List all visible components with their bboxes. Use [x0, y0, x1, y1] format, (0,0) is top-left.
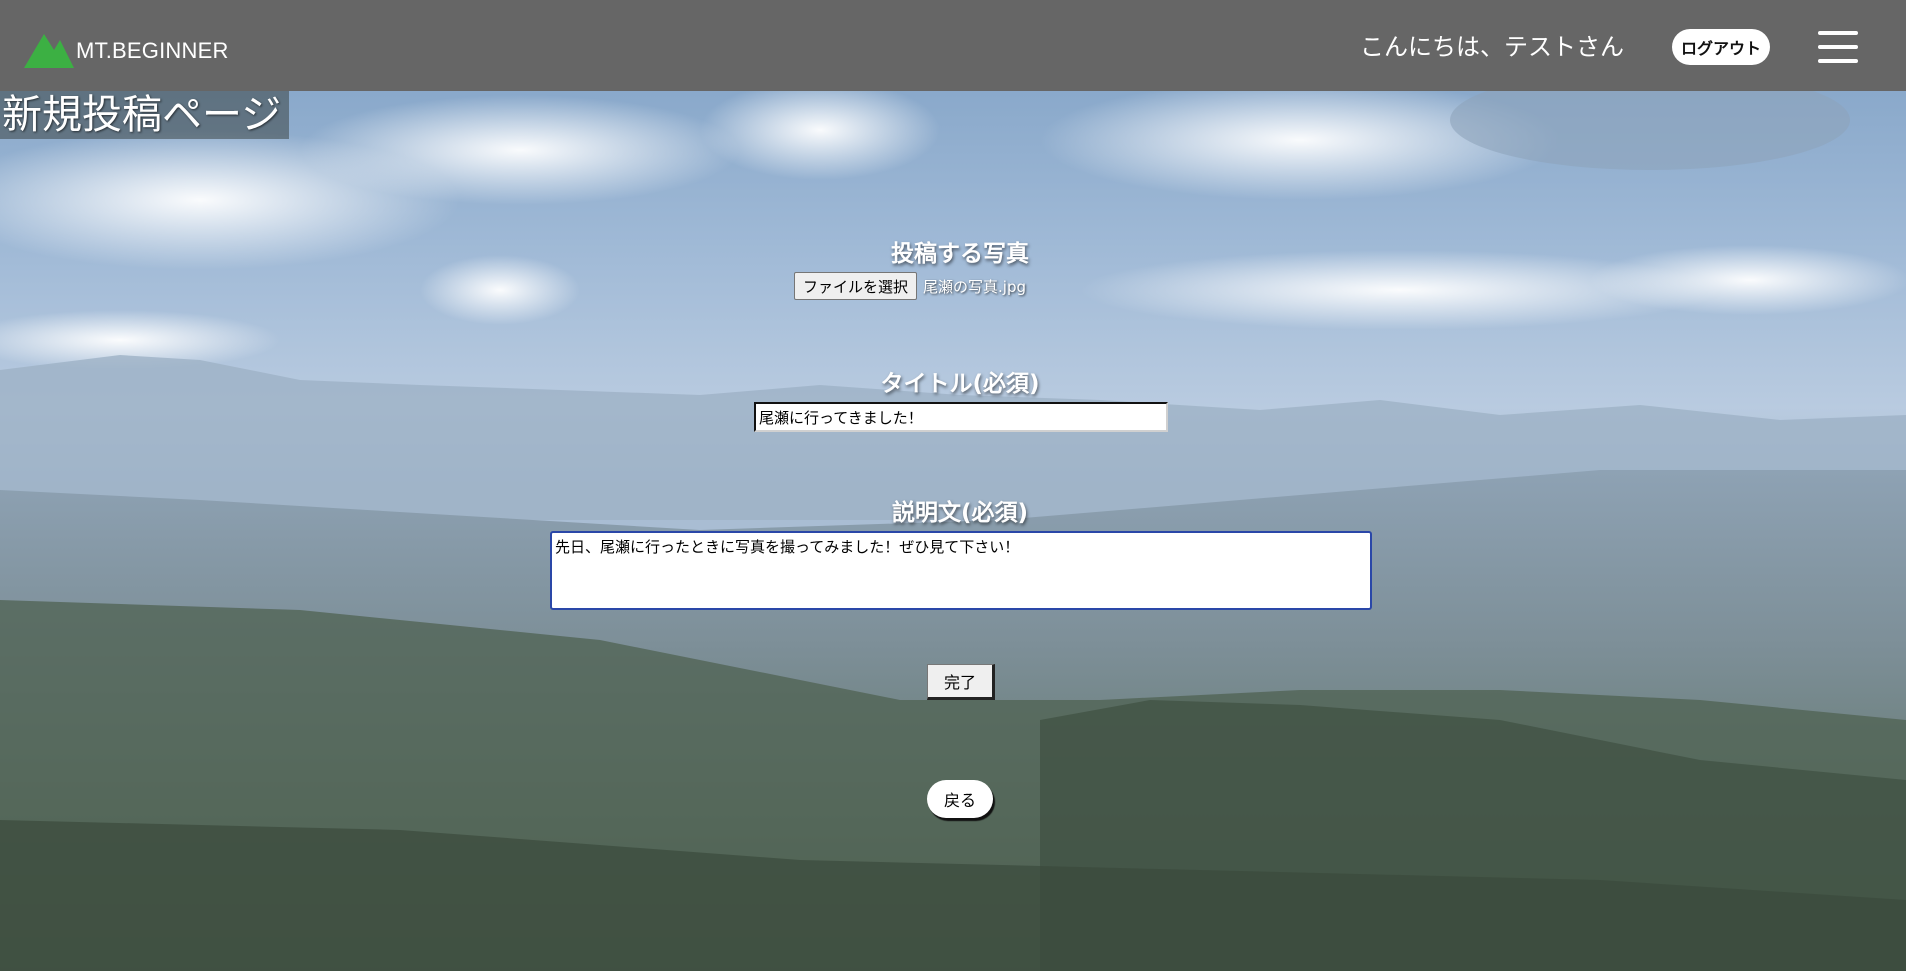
- new-post-form: 投稿する写真 ファイルを選択 尾瀬の写真.jpg タイトル(必須) 説明文(必須…: [0, 0, 1906, 971]
- file-input[interactable]: ファイルを選択 尾瀬の写真.jpg: [794, 272, 1026, 300]
- photo-label: 投稿する写真: [891, 241, 1029, 267]
- submit-button[interactable]: 完了: [927, 664, 995, 700]
- title-input[interactable]: [754, 402, 1168, 432]
- selected-file-name: 尾瀬の写真.jpg: [923, 277, 1026, 296]
- title-label: タイトル(必須): [880, 371, 1040, 397]
- file-select-button[interactable]: ファイルを選択: [794, 272, 918, 300]
- back-button[interactable]: 戻る: [927, 780, 993, 818]
- description-label: 説明文(必須): [891, 500, 1029, 526]
- description-textarea[interactable]: 先日、尾瀬に行ったときに写真を撮ってみました！ぜひ見て下さい！: [550, 531, 1372, 610]
